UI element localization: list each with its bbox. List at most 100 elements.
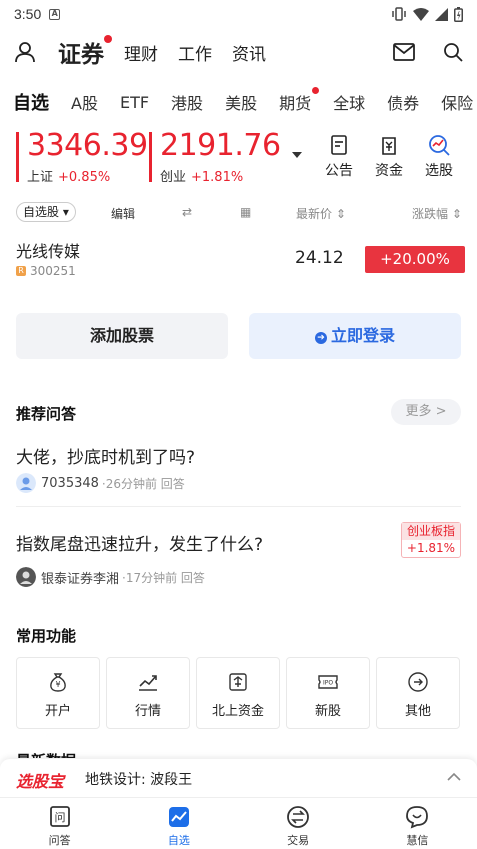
grid-icon[interactable]: ▦ — [240, 205, 251, 219]
tab-global[interactable]: 全球 — [333, 90, 365, 114]
svg-text:IPO: IPO — [323, 680, 333, 687]
watchlist-icon — [168, 807, 189, 827]
tab-us[interactable]: 美股 — [225, 90, 257, 114]
avatar — [16, 473, 36, 493]
status-icons — [391, 6, 463, 22]
nav-work[interactable]: 工作 — [178, 40, 212, 65]
index-tag[interactable]: 创业板指 +1.81% — [401, 522, 461, 558]
announcement-button[interactable]: 公告 — [317, 134, 361, 180]
group-selector[interactable]: 自选股 ▾ — [16, 202, 76, 222]
tab-hk[interactable]: 港股 — [171, 90, 203, 114]
stock-name: 光线传媒 — [16, 242, 81, 261]
qa-time: ·17分钟前 回答 — [122, 570, 205, 585]
index-chinext[interactable]: 2191.76 创业 +1.81% — [149, 128, 281, 186]
vibrate-icon — [392, 7, 406, 21]
qa-meta: 7035348 ·26分钟前 回答 — [16, 473, 185, 493]
open-account-icon: ¥ — [50, 673, 66, 692]
sort-latest-price[interactable]: 最新价 ⇕ — [296, 205, 346, 222]
qa-time: ·26分钟前 回答 — [101, 476, 185, 491]
northbound-funds-button[interactable]: 北上资金 — [196, 657, 280, 729]
bottom-nav: 问 问答 自选 交易 慧信 — [0, 797, 477, 849]
status-time: 3:50 — [14, 6, 42, 22]
tab-futures[interactable]: 期货 — [279, 87, 320, 114]
bottom-tab-message[interactable]: 慧信 — [358, 798, 477, 849]
index-label: 创业 +1.81% — [160, 170, 244, 185]
ad-text: 地铁设计: 波段王 — [85, 772, 193, 788]
announcement-icon — [331, 135, 347, 155]
mail-icon[interactable] — [393, 43, 415, 61]
add-stock-button[interactable]: 添加股票 — [16, 313, 228, 359]
funds-icon — [382, 137, 396, 155]
open-account-button[interactable]: ¥ 开户 — [16, 657, 100, 729]
r-badge-icon: R — [16, 266, 26, 276]
index-dropdown-icon[interactable] — [292, 152, 302, 158]
svg-text:问: 问 — [54, 811, 65, 824]
stock-price: 24.12 — [295, 248, 344, 268]
svg-text:¥: ¥ — [55, 680, 60, 689]
index-bar — [149, 132, 152, 182]
qa-question[interactable]: 指数尾盘迅速拉升，发生了什么? — [16, 530, 263, 555]
nav-wealth[interactable]: 理财 — [124, 40, 158, 65]
tag-change: +1.81% — [406, 541, 456, 555]
bottom-tab-qa[interactable]: 问 问答 — [0, 798, 119, 849]
qa-user[interactable]: 银泰证券李湘 — [41, 568, 119, 587]
index-value: 3346.39 — [27, 128, 148, 163]
northbound-funds-icon — [229, 673, 247, 691]
qa-section-title: 推荐问答 — [16, 405, 77, 423]
arrow-right-circle-icon — [408, 672, 428, 692]
signal-icon — [435, 7, 448, 21]
stock-picker-icon — [429, 135, 450, 156]
more-button[interactable]: 更多 > — [391, 399, 461, 425]
notification-icon: A — [49, 8, 61, 20]
tab-bonds[interactable]: 债券 — [387, 90, 419, 114]
tab-a-shares[interactable]: A股 — [71, 90, 98, 114]
nav-news[interactable]: 资讯 — [232, 40, 266, 65]
red-dot — [312, 87, 320, 94]
sort-change[interactable]: 涨跌幅 ⇕ — [412, 205, 462, 222]
ipo-button[interactable]: IPO 新股 — [286, 657, 370, 729]
chevron-up-icon[interactable] — [447, 770, 461, 784]
wifi-icon — [413, 7, 429, 21]
index-label: 上证 +0.85% — [27, 170, 111, 185]
user-icon[interactable] — [14, 41, 36, 63]
other-button[interactable]: 其他 — [376, 657, 460, 729]
red-dot — [104, 35, 112, 43]
login-button[interactable]: ➔ 立即登录 — [249, 313, 461, 359]
market-tabs: 自选 A股 ETF 港股 美股 期货 全球 债券 保险 — [0, 84, 477, 120]
index-bar — [16, 132, 19, 182]
market-icon — [139, 675, 157, 691]
nav-securities[interactable]: 证券 — [58, 35, 112, 69]
search-icon[interactable] — [443, 42, 463, 62]
qa-user[interactable]: 7035348 — [41, 476, 99, 491]
ipo-icon: IPO — [318, 675, 338, 689]
top-nav: 证券 理财 工作 资讯 — [0, 30, 477, 74]
latest-data-title: 最新数据 — [16, 750, 76, 758]
tab-insurance[interactable]: 保险 — [441, 90, 473, 114]
funds-button[interactable]: 资金 — [367, 134, 411, 180]
stock-change: +20.00% — [365, 246, 465, 273]
divider — [16, 506, 461, 507]
index-value: 2191.76 — [160, 128, 281, 163]
ad-banner[interactable]: 选股宝 地铁设计: 波段王 — [0, 759, 477, 797]
move-icon[interactable]: ⇄ — [182, 205, 192, 219]
qa-icon: 问 — [49, 806, 70, 827]
market-button[interactable]: 行情 — [106, 657, 190, 729]
watchlist-header: 自选股 ▾ 编辑 ⇄ ▦ 最新价 ⇕ 涨跌幅 ⇕ — [0, 200, 477, 226]
bottom-tab-trade[interactable]: 交易 — [239, 798, 358, 849]
battery-icon — [454, 6, 463, 22]
index-shanghai[interactable]: 3346.39 上证 +0.85% — [16, 128, 148, 186]
qa-meta: 银泰证券李湘 ·17分钟前 回答 — [16, 567, 205, 587]
tab-etf[interactable]: ETF — [120, 93, 149, 112]
status-bar: 3:50 A — [0, 0, 477, 28]
stock-code: R 300251 — [16, 264, 76, 278]
table-row[interactable]: 光线传媒 R 300251 24.12 +20.00% — [0, 236, 477, 282]
arrow-circle-icon: ➔ — [314, 332, 327, 344]
tag-label: 创业板指 — [402, 523, 460, 540]
qa-question[interactable]: 大佬，抄底时机到了吗? — [16, 443, 195, 468]
stock-picker-button[interactable]: 选股 — [417, 134, 461, 180]
chat-icon — [406, 806, 429, 829]
edit-button[interactable]: 编辑 — [111, 205, 135, 222]
tab-watchlist[interactable]: 自选 — [13, 89, 49, 115]
bottom-tab-watchlist[interactable]: 自选 — [119, 798, 238, 849]
trade-icon — [287, 806, 310, 828]
